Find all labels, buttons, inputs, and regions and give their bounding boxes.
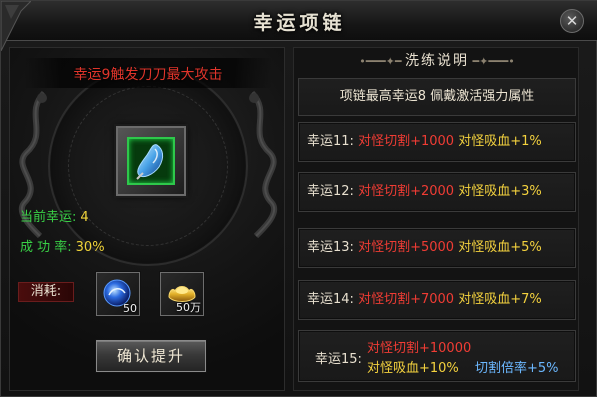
title-bar: 幸运项链 ✕ bbox=[1, 1, 597, 51]
current-luck-row: 当前幸运: 4 bbox=[20, 206, 89, 225]
luck-tier-row: 幸运12: 对怪切割+2000 对怪吸血+3% bbox=[298, 172, 576, 212]
banner-text: 幸运9触发刀刀最大攻击 bbox=[73, 67, 223, 83]
header-ornament-right: ━✦━━━• bbox=[469, 55, 515, 68]
current-luck-value: 4 bbox=[80, 210, 89, 225]
right-dragon-icon bbox=[249, 90, 277, 238]
cost-label: 消耗: bbox=[18, 282, 74, 302]
gem-icon bbox=[136, 144, 164, 180]
tier-15-lifesteal: 对怪吸血+10% bbox=[367, 361, 459, 376]
cost-slot-gold[interactable]: 50万 bbox=[160, 272, 204, 316]
close-icon[interactable]: ✕ bbox=[560, 9, 584, 33]
confirm-upgrade-button[interactable]: 确认提升 bbox=[96, 340, 206, 372]
cost-slot-orb[interactable]: 50 bbox=[96, 272, 140, 316]
tier-15-cut: 对怪切割+10000 bbox=[367, 341, 472, 356]
luck-effect-banner: 幸运9触发刀刀最大攻击 bbox=[24, 58, 272, 88]
tier-15-cut-multiplier: 切割倍率+5% bbox=[475, 361, 559, 376]
refine-info-title: 洗练说明 bbox=[405, 53, 469, 69]
current-luck-label: 当前幸运: bbox=[20, 210, 77, 225]
orb-count: 50 bbox=[123, 302, 137, 315]
luck-tier-row: 幸运11: 对怪切割+1000 对怪吸血+1% bbox=[298, 122, 576, 162]
refine-info-header: •━━━✦━ 洗练说明 ━✦━━━• bbox=[294, 48, 580, 74]
success-rate-value: 30% bbox=[75, 240, 105, 255]
window-title: 幸运项链 bbox=[253, 12, 346, 34]
upgrade-panel: 幸运9触发刀刀最大攻击 当前幸运: 4 成 功 率: 30% 消耗: 50 50… bbox=[9, 47, 285, 391]
refine-info-panel: •━━━✦━ 洗练说明 ━✦━━━• 项链最高幸运8 佩戴激活强力属性 幸运11… bbox=[293, 47, 579, 391]
success-rate-label: 成 功 率: bbox=[20, 240, 72, 255]
luck-tier-row: 幸运13: 对怪切割+5000 对怪吸血+5% bbox=[298, 228, 576, 268]
success-rate-row: 成 功 率: 30% bbox=[20, 236, 105, 255]
luck-tier-row: 幸运14: 对怪切割+7000 对怪吸血+7% bbox=[298, 280, 576, 320]
gold-count: 50万 bbox=[176, 301, 201, 314]
tier-15-label: 幸运15: bbox=[315, 352, 362, 367]
window-frame: 幸运项链 ✕ 幸运9触发刀刀最大攻击 当前幸运: 4 成 功 率: 30% 消耗… bbox=[0, 0, 597, 397]
necklace-slot[interactable] bbox=[116, 126, 186, 196]
necklace-item[interactable] bbox=[127, 137, 175, 185]
necklace-description: 项链最高幸运8 佩戴激活强力属性 bbox=[298, 78, 576, 116]
header-ornament-left: •━━━✦━ bbox=[359, 55, 405, 68]
luck-tier-row-15: 幸运15: 对怪切割+10000 对怪吸血+10% 切割倍率+5% bbox=[298, 330, 576, 382]
